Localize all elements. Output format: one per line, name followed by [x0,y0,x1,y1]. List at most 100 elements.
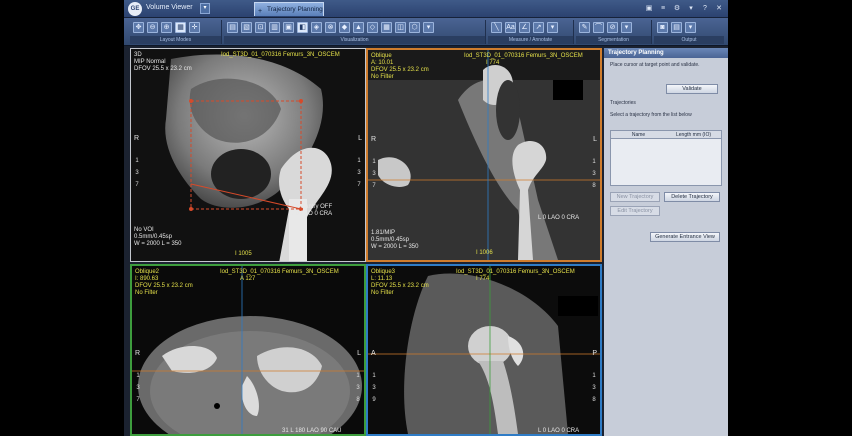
overlay-line: 3 [592,171,596,177]
app-menu-button[interactable]: ▾ [200,3,210,14]
orientation-right: P [592,350,597,357]
femur-oblique-image [368,50,600,260]
overlay-series: Iod_ST3D_01_070316 Femurs_3N_OSCEM [220,269,339,275]
overlay-line: No VOI [134,227,154,233]
validate-button[interactable]: Validate [666,84,718,94]
window-control-icon[interactable]: ✕ [714,3,724,14]
trajectory-planning-panel: Trajectory Planning Place cursor at targ… [604,48,728,436]
grid-layout-icon[interactable]: ▦ [175,22,186,33]
crosshair-icon[interactable]: ✛ [189,22,200,33]
title-bar: GE Volume Viewer ▾ + Trajectory Planning… [124,0,728,18]
overlay-line: I: 890.63 [135,276,159,282]
overlay-bottom-left: 1.81/MIP 0.5mm/0.45sp W = 2000 L = 350 [371,230,418,251]
overlay-line: 3 [356,385,360,391]
toolbar: ✥ ⊖ ⊕ ▦ ✛ Layout Modes ▤ ▧ ⊡ ▥ ▣ ◧ ◈ ⊗ ◆ ▲ ◇ ▦ ◫ ⬡ ▾ Visua… [124,18,728,46]
view1-icon[interactable]: ▤ [227,22,238,33]
overlay-line: 3 [372,171,376,177]
view4-icon[interactable]: ▥ [269,22,280,33]
window-control-icon[interactable]: ▣ [644,3,654,14]
window-control-icon[interactable]: ≡ [658,3,668,14]
overlay-image-position: I 774 [476,276,490,282]
view13-icon[interactable]: ◫ [395,22,406,33]
add-tab-icon[interactable]: + [258,5,262,18]
overlay-line: DFOV 25.5 x 23.2 cm [371,67,429,73]
overlay-top-left: 3D MIP Normal DFOV 25.5 x 23.2 cm [134,52,192,73]
delete-trajectory-button[interactable]: Delete Trajectory [664,192,720,202]
view3-icon[interactable]: ⊡ [255,22,266,33]
window-control-icon[interactable]: ▾ [686,3,696,14]
camera-icon[interactable]: ◙ [657,22,668,33]
overlay-line: 3D [134,52,142,58]
dropdown-icon[interactable]: ▾ [685,22,696,33]
view2-icon[interactable]: ▧ [241,22,252,33]
ruler-left: 1 3 9 [371,370,377,406]
overlay-line: 8 [592,183,596,189]
tab-trajectory-planning[interactable]: + Trajectory Planning [254,2,324,16]
dropdown-icon[interactable]: ▾ [547,22,558,33]
window-control-icon[interactable]: ? [700,3,710,14]
viewport-oblique[interactable]: Oblique A: 10.01 DFOV 25.5 x 23.2 cm No Fil… [366,48,602,262]
viewport-oblique3[interactable]: Oblique3 L: 11.13 DFOV 25.5 x 23.2 cm No Fi… [366,264,602,436]
overlay-line: Oblique3 [371,269,396,275]
overlay-series: Iod_ST3D_01_070316 Femurs_3N_OSCEM [221,52,340,58]
viewport-oblique2[interactable]: Oblique2 I: 890.63 DFOV 25.5 x 23.2 cm No F… [130,264,366,436]
generate-entrance-view-button[interactable]: Generate Entrance View [650,232,720,242]
line-measure-icon[interactable]: ╲ [491,22,502,33]
orientation-right: L [593,136,597,143]
overlay-line: L 0 LAO 0 CRA [538,215,580,221]
ruler-right: 1 3 8 [591,156,597,192]
overlay-line: 1 [592,373,596,379]
pan-icon[interactable]: ✥ [133,22,144,33]
overlay-line: L: 11.13 [371,276,393,282]
zoom-in-icon[interactable]: ⊕ [161,22,172,33]
view11-icon[interactable]: ◇ [367,22,378,33]
overlay-line: 0.5mm/0.45sp [371,237,410,243]
view7-icon[interactable]: ◈ [311,22,322,33]
table-header: Name Length mm (IO) [611,131,721,139]
group-label: Output [654,36,724,44]
view6-icon[interactable]: ◧ [297,22,308,33]
overlay-line: 3 [135,170,139,176]
viewport-3d[interactable]: 3D MIP Normal DFOV 25.5 x 23.2 cm Iod_ST3D… [130,48,366,262]
new-trajectory-button[interactable]: New Trajectory [610,192,660,202]
overlay-line: W = 2000 L = 350 [134,241,182,247]
overlay-image-position: I 774 [486,60,500,66]
overlay-line: No Filter [371,290,394,296]
orientation-left: R [371,136,377,143]
film-icon[interactable]: ▤ [671,22,682,33]
overlay-line: A: 10.01 [371,60,394,66]
zoom-out-icon[interactable]: ⊖ [147,22,158,33]
toolbar-group-visualization: ▤ ▧ ⊡ ▥ ▣ ◧ ◈ ⊗ ◆ ▲ ◇ ▦ ◫ ⬡ ▾ Visualization [224,20,486,44]
overlay-line: 1 [592,159,596,165]
overlay-line: MIP Normal [134,59,166,65]
overlay-line: 9 [372,397,376,403]
view8-icon[interactable]: ⊗ [325,22,336,33]
window-controls: ▣ ≡ ⚙ ▾? ✕ [644,3,724,14]
view12-icon[interactable]: ▦ [381,22,392,33]
overlay-bottom-right: L 0 LAO 0 CRA [538,428,579,434]
panel-instructions: Place cursor at target point and validat… [610,62,700,68]
edit-trajectory-button[interactable]: Edit Trajectory [610,206,660,216]
view9-icon[interactable]: ◆ [339,22,350,33]
angle-icon[interactable]: ∠ [519,22,530,33]
dropdown-icon[interactable]: ▾ [423,22,434,33]
orientation-left: R [134,135,140,142]
trajectory-table[interactable]: Name Length mm (IO) [610,130,722,186]
dropdown-icon[interactable]: ▾ [621,22,632,33]
ge-logo: GE [128,2,142,16]
overlay-line: 7 [372,183,376,189]
overlay-line: 1 [357,158,361,164]
window-control-icon[interactable]: ⚙ [672,3,682,14]
overlay-line: DFOV 25.5 x 23.2 cm [134,66,192,72]
arrow-icon[interactable]: ↗ [533,22,544,33]
overlay-line: 3 [357,170,361,176]
overlay-line: 7 [135,182,139,188]
text-annotate-icon[interactable]: Aa [505,22,516,33]
paint-icon[interactable]: ✎ [579,22,590,33]
curve-icon[interactable]: ⌒ [593,22,604,33]
eraser-icon[interactable]: ⊘ [607,22,618,33]
view14-icon[interactable]: ⬡ [409,22,420,33]
group-label: Layout Modes [130,36,221,44]
view5-icon[interactable]: ▣ [283,22,294,33]
view10-icon[interactable]: ▲ [353,22,364,33]
